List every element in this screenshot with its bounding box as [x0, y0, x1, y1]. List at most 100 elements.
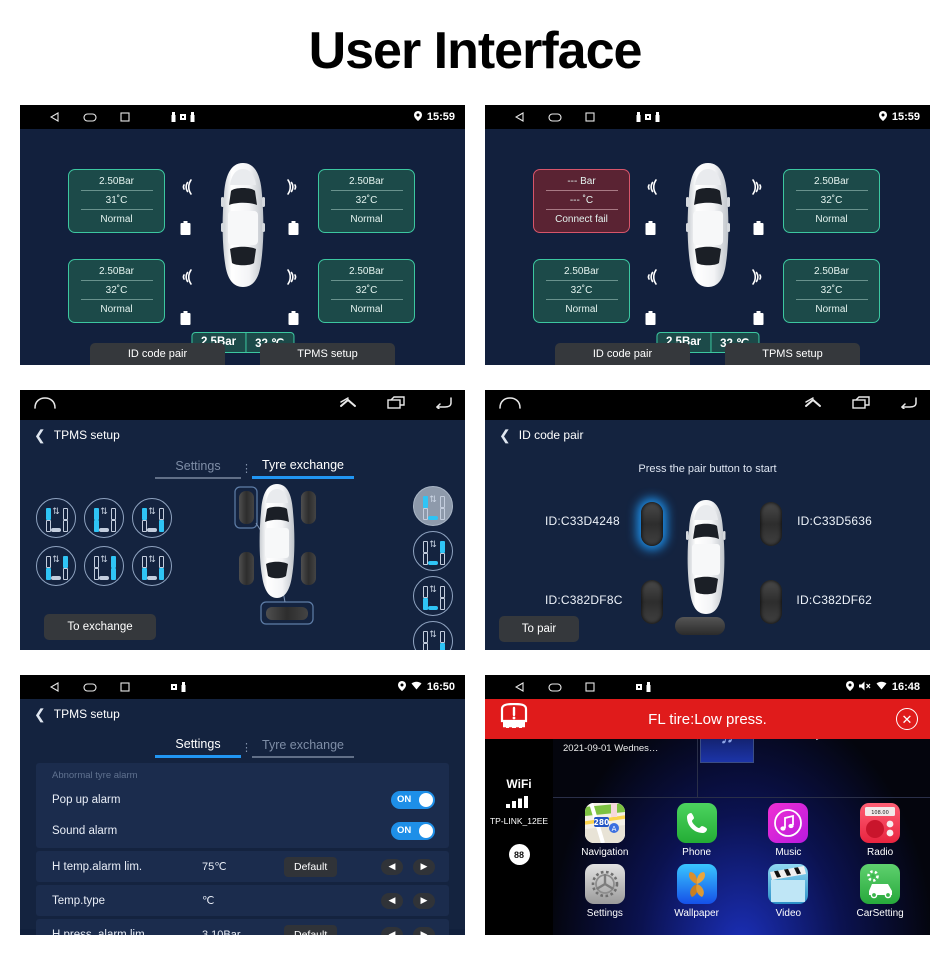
- home-icon[interactable]: [34, 396, 56, 414]
- tab-tyre-exchange[interactable]: Tyre exchange: [252, 458, 354, 479]
- rotation-pattern-option[interactable]: ⇅: [132, 498, 172, 538]
- chevron-up-icon[interactable]: [804, 396, 822, 414]
- app-grid: 280 A Navigation Phone Music 108.00 Radi…: [559, 803, 926, 919]
- app-carsetting[interactable]: CarSetting: [834, 864, 926, 919]
- setting-row-temp-type[interactable]: Temp.type ℃ ◀ ▶: [36, 885, 449, 916]
- recents-square-icon[interactable]: [120, 112, 130, 122]
- status-badge[interactable]: 88: [508, 844, 530, 865]
- tyre-front-left-selected[interactable]: [641, 502, 663, 546]
- rotation-pattern-option[interactable]: ⇅: [413, 576, 453, 616]
- tyre-card-rear-right[interactable]: 2.50Bar 32˚C Normal: [318, 259, 415, 323]
- recents-square-icon[interactable]: [585, 112, 595, 122]
- back-triangle-icon[interactable]: [50, 112, 60, 122]
- back-triangle-icon[interactable]: [50, 682, 60, 692]
- home-oval-icon[interactable]: [83, 112, 97, 122]
- default-button[interactable]: Default: [284, 924, 338, 935]
- app-navigation[interactable]: 280 A Navigation: [559, 803, 651, 858]
- setting-row-high-press-alarm-limit[interactable]: H press. alarm lim. 3.10Bar Default ◀ ▶: [36, 919, 449, 935]
- tyre-status: Normal: [815, 214, 848, 225]
- tyre-status: Connect fail: [555, 214, 608, 225]
- sensor-id-rear-right: ID:C382DF62: [796, 593, 872, 607]
- car-top-view-image: [216, 161, 270, 294]
- app-radio[interactable]: 108.00 Radio: [834, 803, 926, 858]
- increment-button[interactable]: ▶: [413, 926, 435, 935]
- home-oval-icon[interactable]: [83, 682, 97, 692]
- back-arrow-icon[interactable]: [435, 396, 453, 414]
- divider: [553, 797, 930, 798]
- battery-icon: [645, 311, 656, 330]
- home-icon[interactable]: [499, 396, 521, 414]
- decrement-button[interactable]: ◀: [381, 858, 403, 875]
- recents-square-icon[interactable]: [585, 682, 595, 692]
- tpms-setup-button[interactable]: TPMS setup: [725, 343, 860, 365]
- sound-alarm-toggle[interactable]: ON: [391, 821, 435, 840]
- home-oval-icon[interactable]: [548, 682, 562, 692]
- tyre-front-right[interactable]: [760, 502, 782, 546]
- sd-icon: [171, 684, 177, 690]
- rotation-pattern-option[interactable]: ⇅: [413, 531, 453, 571]
- tyre-card-front-left[interactable]: --- Bar --- ˚C Connect fail: [533, 169, 630, 233]
- chevron-left-icon[interactable]: ❮: [34, 707, 46, 721]
- rotation-pattern-option[interactable]: ⇅: [132, 546, 172, 586]
- chevron-left-icon[interactable]: ❮: [499, 428, 511, 442]
- tpms-dashboard: 2.50Bar 31˚C Normal 2.50Bar 32˚C Normal …: [20, 129, 465, 365]
- tpms-setup-button[interactable]: TPMS setup: [260, 343, 395, 365]
- default-button[interactable]: Default: [284, 856, 338, 877]
- tyre-card-front-right[interactable]: 2.50Bar 32˚C Normal: [318, 169, 415, 233]
- tyre-temperature: 32˚C: [330, 193, 403, 210]
- battery-icon: [753, 221, 764, 240]
- tyre-status: Normal: [100, 304, 133, 315]
- back-triangle-icon[interactable]: [515, 112, 525, 122]
- pop-up-alarm-toggle[interactable]: ON: [391, 790, 435, 809]
- tyre-rear-left[interactable]: [641, 580, 663, 624]
- rotation-pattern-option[interactable]: ⇅: [84, 498, 124, 538]
- rotation-pattern-option-selected[interactable]: ⇅: [413, 486, 453, 526]
- app-wallpaper[interactable]: Wallpaper: [651, 864, 743, 919]
- setting-row-sound-alarm[interactable]: Sound alarm ON: [36, 815, 449, 846]
- tab-settings[interactable]: Settings: [155, 459, 241, 479]
- to-pair-button[interactable]: To pair: [499, 616, 579, 642]
- tyre-pressure: 2.50Bar: [330, 264, 403, 281]
- recents-icon[interactable]: [387, 396, 405, 414]
- setting-row-pop-up-alarm[interactable]: Pop up alarm ON: [36, 784, 449, 815]
- back-triangle-icon[interactable]: [515, 682, 525, 692]
- setting-label: H press. alarm lim.: [52, 928, 148, 936]
- chevron-left-icon[interactable]: ❮: [34, 428, 46, 442]
- tyre-card-rear-right[interactable]: 2.50Bar 32˚C Normal: [783, 259, 880, 323]
- tab-tyre-exchange[interactable]: Tyre exchange: [252, 738, 354, 758]
- app-phone[interactable]: Phone: [651, 803, 743, 858]
- chevron-up-icon[interactable]: [339, 396, 357, 414]
- id-code-pair-button[interactable]: ID code pair: [555, 343, 690, 365]
- id-code-pair-button[interactable]: ID code pair: [90, 343, 225, 365]
- tyre-card-rear-left[interactable]: 2.50Bar 32˚C Normal: [68, 259, 165, 323]
- app-music[interactable]: Music: [743, 803, 835, 858]
- app-video[interactable]: Video: [743, 864, 835, 919]
- rotation-pattern-option[interactable]: ⇅: [36, 546, 76, 586]
- to-exchange-button[interactable]: To exchange: [44, 614, 156, 640]
- rotation-pattern-option[interactable]: ⇅: [36, 498, 76, 538]
- decrement-button[interactable]: ◀: [381, 892, 403, 909]
- tyre-pressure: 2.50Bar: [80, 174, 153, 191]
- close-circle-icon[interactable]: ✕: [896, 708, 918, 730]
- app-settings[interactable]: Settings: [559, 864, 651, 919]
- back-arrow-icon[interactable]: [900, 396, 918, 414]
- tyre-card-front-left[interactable]: 2.50Bar 31˚C Normal: [68, 169, 165, 233]
- home-oval-icon[interactable]: [548, 112, 562, 122]
- rotation-pattern-option[interactable]: ⇅: [84, 546, 124, 586]
- signal-wave-icon: [285, 267, 301, 292]
- toggle-state-label: ON: [397, 825, 412, 836]
- decrement-button[interactable]: ◀: [381, 926, 403, 935]
- tyre-status: Normal: [815, 304, 848, 315]
- tyre-card-rear-left[interactable]: 2.50Bar 32˚C Normal: [533, 259, 630, 323]
- setting-row-high-temp-alarm-limit[interactable]: H temp.alarm lim. 75℃ Default ◀ ▶: [36, 851, 449, 882]
- increment-button[interactable]: ▶: [413, 892, 435, 909]
- recents-square-icon[interactable]: [120, 682, 130, 692]
- tyre-card-front-right[interactable]: 2.50Bar 32˚C Normal: [783, 169, 880, 233]
- tab-settings[interactable]: Settings: [155, 737, 241, 758]
- panel-grid: 15:59 2.50Bar 31˚C Normal 2.50Bar 32˚C N…: [20, 105, 930, 935]
- location-pin-icon: [845, 680, 854, 694]
- recents-icon[interactable]: [852, 396, 870, 414]
- tyre-rear-right[interactable]: [760, 580, 782, 624]
- increment-button[interactable]: ▶: [413, 858, 435, 875]
- rotation-pattern-option[interactable]: ⇅: [413, 621, 453, 650]
